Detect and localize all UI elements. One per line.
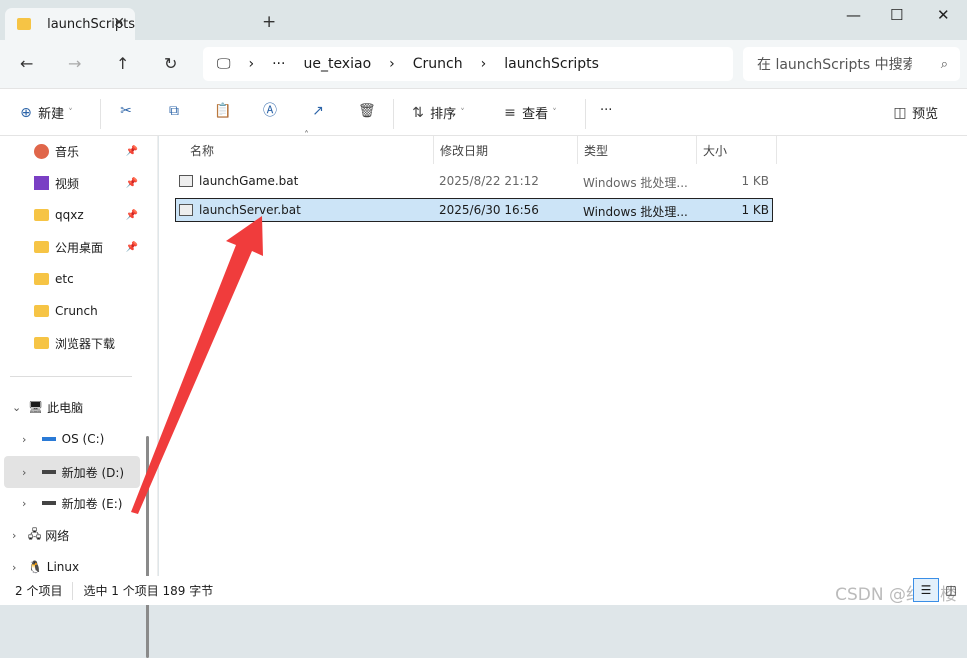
status-bar: 2 个项目 选中 1 个项目 189 字节 CSDN @红雨楼 ☰ ◫ (0, 576, 967, 605)
tiles-view-button[interactable]: ◫ (941, 578, 961, 602)
selection-info: 选中 1 个项目 189 字节 (83, 584, 214, 598)
red-arrow-icon (131, 216, 263, 514)
details-view-button[interactable]: ☰ (913, 578, 939, 602)
annotation-arrow (131, 216, 263, 514)
item-count: 2 个项目 (15, 584, 63, 598)
